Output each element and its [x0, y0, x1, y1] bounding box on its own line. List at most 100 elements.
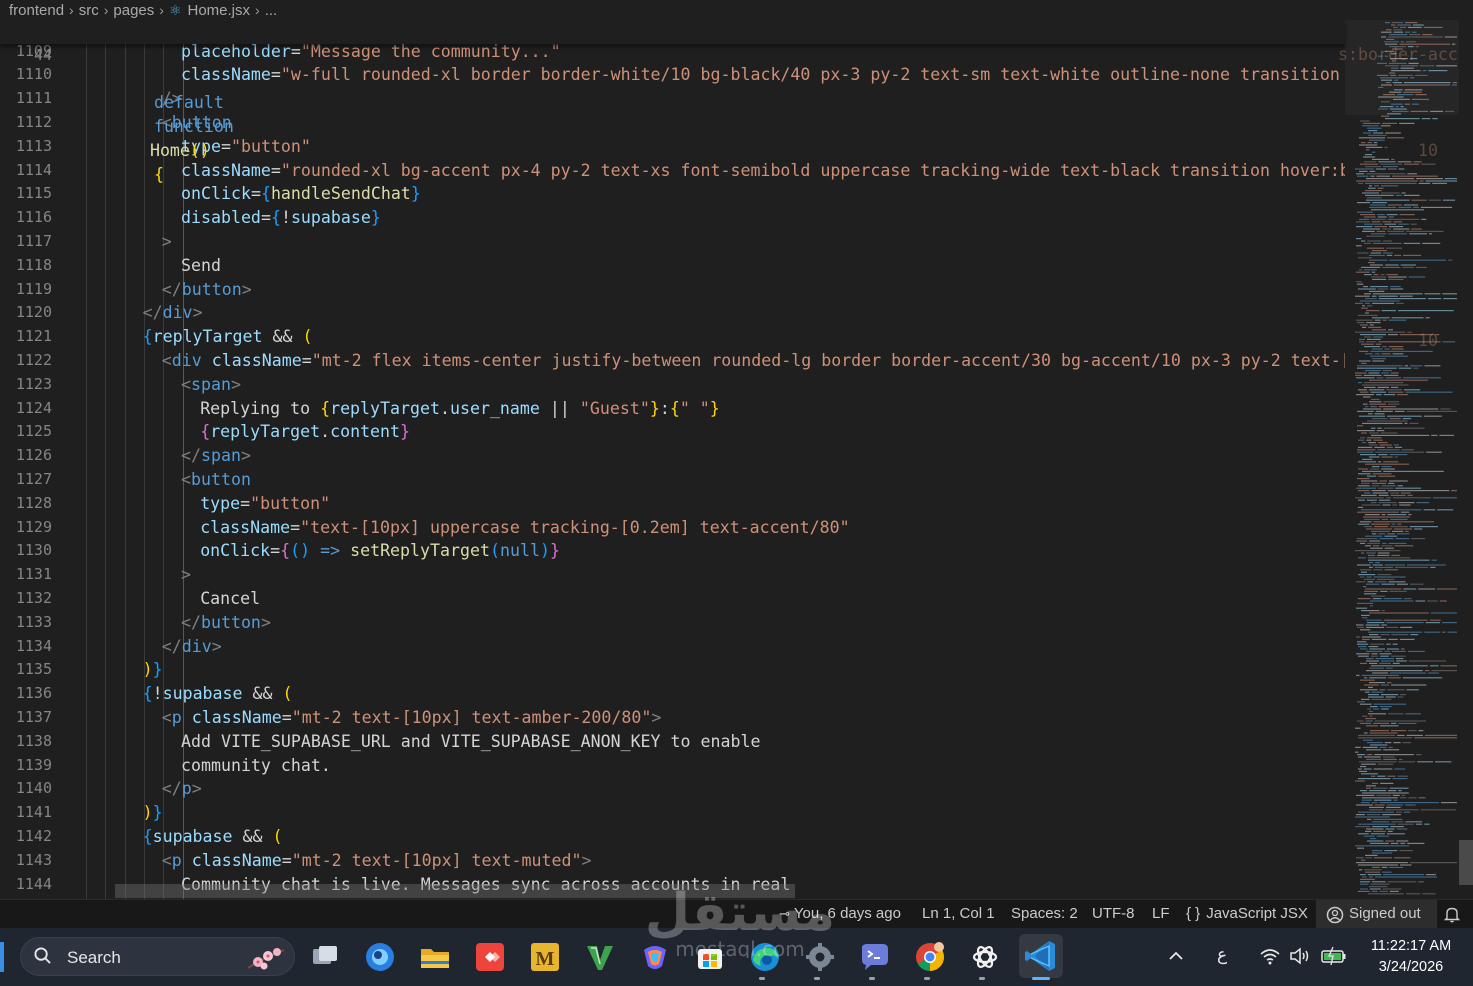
eol-setting[interactable]: LF — [1152, 905, 1170, 922]
minimap-token — [1379, 444, 1392, 446]
chrome-browser-icon[interactable] — [913, 940, 947, 974]
token: Send — [181, 255, 221, 275]
encoding-setting[interactable]: UTF-8 — [1092, 905, 1135, 922]
code-line[interactable]: 1119 </button> — [0, 278, 1345, 302]
file-explorer-icon[interactable] — [418, 940, 452, 974]
code-line[interactable]: 1132 Cancel — [0, 587, 1345, 611]
volume-icon[interactable] — [1289, 946, 1311, 966]
edge-browser-icon[interactable] — [748, 940, 782, 974]
minimap-token — [1366, 576, 1372, 578]
minimap-token — [1367, 622, 1385, 624]
code-line[interactable]: 1130 onClick={() => setReplyTarget(null)} — [0, 539, 1345, 563]
minimap-token — [1381, 583, 1395, 585]
minimap-token — [1394, 566, 1429, 568]
code-line[interactable]: 1125 {replyTarget.content} — [0, 420, 1345, 444]
account-signed-out[interactable]: Signed out — [1316, 900, 1437, 929]
task-view-icon[interactable] — [308, 940, 342, 974]
token: ! — [280, 208, 291, 228]
breadcrumb-item-file[interactable]: Home.jsx — [188, 2, 251, 19]
code-line[interactable]: 1140 </p> — [0, 777, 1345, 801]
minimap-token — [1366, 619, 1382, 621]
indentation-setting[interactable]: Spaces: 2 — [1011, 905, 1078, 922]
code-line[interactable]: 1117 > — [0, 230, 1345, 254]
code-line[interactable]: 1131 > — [0, 563, 1345, 587]
taskbar-search-box[interactable]: Search — [20, 937, 295, 976]
minimap-token — [1410, 365, 1423, 367]
code-text: </button> — [162, 278, 252, 302]
vscode-app-icon[interactable] — [1019, 934, 1063, 978]
code-line[interactable]: 1135)} — [0, 658, 1345, 682]
git-blame-item[interactable]: ⊸ You, 6 days ago — [779, 905, 901, 922]
code-line[interactable]: 1143 <p className="mt-2 text-[10px] text-… — [0, 849, 1345, 873]
chatgpt-app-icon[interactable] — [968, 940, 1002, 974]
breadcrumb-item-frontend[interactable]: frontend — [9, 2, 64, 19]
code-line[interactable]: 1122 <div className="mt-2 flex items-cent… — [0, 349, 1345, 373]
code-line[interactable]: 1141)} — [0, 801, 1345, 825]
cursor-position[interactable]: Ln 1, Col 1 — [922, 905, 995, 922]
code-line[interactable]: 1136 {!supabase && ( — [0, 682, 1345, 706]
terminal-chat-icon[interactable] — [858, 940, 892, 974]
system-clock[interactable]: 11:22:17 AM 3/24/2026 — [1356, 936, 1466, 978]
minimap-token — [1430, 566, 1436, 568]
settings-gear-icon[interactable] — [803, 940, 837, 974]
token: > — [651, 707, 662, 727]
minimap-token — [1375, 451, 1425, 453]
minimap-viewport-slider[interactable] — [1345, 20, 1459, 115]
cherry-blossom-icon — [247, 948, 285, 970]
minimap-token — [1367, 708, 1372, 710]
line-number: 1127 — [15, 469, 52, 488]
anydesk-icon[interactable] — [473, 940, 507, 974]
wifi-icon[interactable] — [1259, 946, 1281, 966]
minimap-token — [1372, 317, 1390, 319]
horizontal-scrollbar[interactable] — [115, 884, 795, 898]
breadcrumb-item-src[interactable]: src — [79, 2, 99, 19]
code-line[interactable]: 1118 Send — [0, 254, 1345, 278]
code-line[interactable]: 1138 Add VITE_SUPABASE_URL and VITE_SUPAB… — [0, 730, 1345, 754]
minimap-token — [1387, 168, 1397, 170]
minimap-token — [1442, 293, 1457, 295]
minimap-token — [1362, 799, 1372, 801]
sticky-scroll-header[interactable]: 44 default function Home() { — [0, 20, 1345, 184]
minimap-token — [1359, 761, 1397, 763]
code-text: type="button" — [200, 492, 330, 516]
code-line[interactable]: 1123 <span> — [0, 373, 1345, 397]
vim-app-icon[interactable] — [583, 940, 617, 974]
language-mode[interactable]: { } JavaScript JSX — [1186, 905, 1308, 922]
copilot-app-icon[interactable] — [363, 940, 397, 974]
code-line[interactable]: 1127 <button — [0, 468, 1345, 492]
minimap-token — [1360, 766, 1367, 768]
code-line[interactable]: 1137 <p className="mt-2 text-[10px] text-… — [0, 706, 1345, 730]
minimap-token — [1432, 182, 1447, 184]
code-line[interactable]: 1126 </span> — [0, 444, 1345, 468]
minimap-token — [1388, 276, 1407, 278]
minimap-token — [1370, 468, 1380, 470]
code-line[interactable]: 1134 </div> — [0, 635, 1345, 659]
m-app-icon[interactable]: M — [528, 940, 562, 974]
code-line[interactable]: 1129 className="text-[10px] uppercase tra… — [0, 516, 1345, 540]
minimap-token — [1380, 192, 1400, 194]
breadcrumb-item-pages[interactable]: pages — [113, 2, 154, 19]
minimap-token — [1381, 866, 1388, 868]
code-line[interactable]: 1124 Replying to {replyTarget.user_name |… — [0, 397, 1345, 421]
minimap-token — [1366, 785, 1377, 787]
minimap-token — [1367, 437, 1382, 439]
minimap-token — [1403, 588, 1417, 590]
minimap-token — [1367, 840, 1384, 842]
input-language-indicator[interactable]: ع — [1217, 945, 1227, 965]
code-line[interactable]: 1133 </button> — [0, 611, 1345, 635]
chevron-up-icon[interactable] — [1167, 948, 1185, 964]
token: } — [400, 422, 411, 442]
notification-bell-icon[interactable] — [1443, 905, 1461, 923]
code-line[interactable]: 1142 {supabase && ( — [0, 825, 1345, 849]
microsoft-365-copilot-icon[interactable] — [638, 940, 672, 974]
microsoft-store-icon[interactable] — [693, 940, 727, 974]
code-line[interactable]: 1121 {replyTarget && ( — [0, 325, 1345, 349]
code-line[interactable]: 1120 </div> — [0, 301, 1345, 325]
minimap-token — [1440, 408, 1451, 410]
battery-charging-icon[interactable] — [1320, 946, 1348, 966]
minimap-token — [1422, 893, 1436, 895]
code-line[interactable]: 1128 type="button" — [0, 492, 1345, 516]
breadcrumb-item-symbols[interactable]: ... — [265, 2, 278, 19]
code-line[interactable]: 1139 community chat. — [0, 754, 1345, 778]
scrollbar-thumb[interactable] — [1459, 840, 1473, 885]
